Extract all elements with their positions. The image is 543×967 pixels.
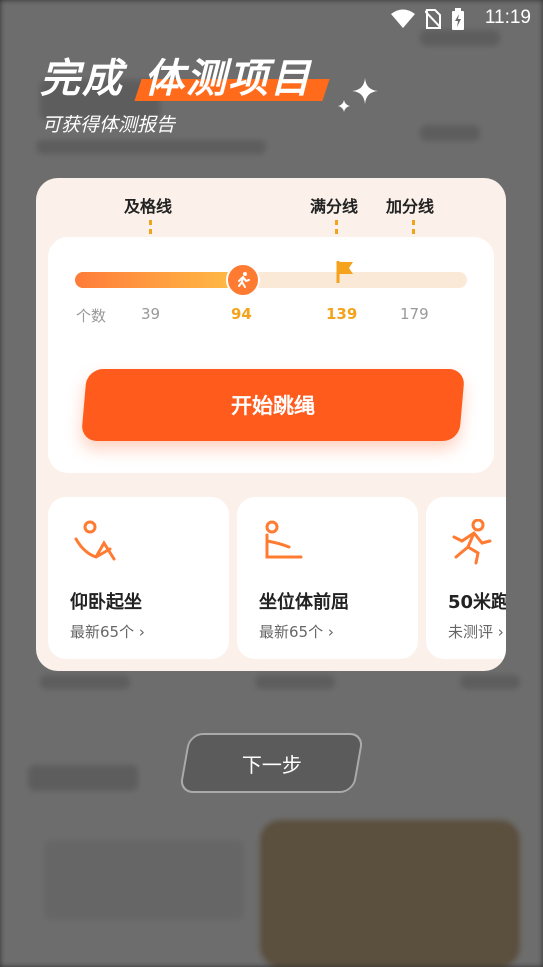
headline-title-part2: 体测项目 — [134, 46, 322, 104]
test-item-sit-reach[interactable]: 坐位体前屈 最新65个 › — [237, 497, 418, 659]
tick-39: 39 — [141, 305, 161, 323]
fitness-test-card: 及格线 满分线 加分线 个数 39 94 139 179 开始跳绳 仰卧起坐 最… — [36, 178, 506, 671]
start-jump-rope-button[interactable]: 开始跳绳 — [80, 369, 466, 441]
situp-icon — [74, 520, 116, 561]
tick-139: 139 — [326, 305, 358, 323]
next-step-button[interactable]: 下一步 — [178, 733, 365, 793]
flag-icon — [336, 261, 353, 283]
runner-icon — [225, 263, 260, 297]
running-icon — [452, 519, 492, 565]
score-progress-fill — [75, 272, 244, 288]
score-progress-track — [75, 261, 467, 297]
test-item-name: 仰卧起坐 — [70, 592, 142, 613]
status-time: 11:19 — [484, 7, 531, 28]
headline-title-part1: 完成 — [40, 57, 124, 101]
tick-179: 179 — [400, 305, 429, 323]
pass-line-label: 及格线 — [124, 197, 173, 216]
test-item-meta: 未测评 › — [448, 623, 504, 641]
sit-reach-icon — [265, 520, 303, 559]
status-bar: 11:19 — [0, 0, 543, 36]
count-label: 个数 — [76, 307, 107, 325]
tick-94-current: 94 — [231, 305, 252, 323]
headline-title: 完成 体测项目 — [40, 46, 322, 104]
test-item-meta: 最新65个 › — [259, 623, 334, 641]
wifi-icon — [391, 9, 415, 28]
promo-headline: 完成 体测项目 可获得体测报告 — [40, 46, 322, 137]
test-item-name: 坐位体前屈 — [259, 592, 349, 613]
full-score-line-label: 满分线 — [310, 197, 359, 216]
next-step-label: 下一步 — [241, 752, 302, 777]
sparkle-small-icon — [338, 100, 350, 112]
start-jump-rope-label: 开始跳绳 — [231, 394, 315, 418]
no-sim-icon — [425, 9, 441, 29]
test-item-situp[interactable]: 仰卧起坐 最新65个 › — [48, 497, 229, 659]
test-item-50m-run[interactable]: 50米跑 未测评 › — [426, 497, 506, 659]
test-item-meta: 最新65个 › — [70, 623, 145, 641]
test-item-name: 50米跑 — [448, 592, 506, 613]
sparkle-icon — [352, 78, 378, 104]
battery-icon — [452, 8, 464, 30]
jump-rope-panel: 个数 39 94 139 179 开始跳绳 — [48, 237, 494, 473]
headline-subtitle: 可获得体测报告 — [42, 114, 176, 136]
status-icons — [391, 8, 465, 30]
bonus-line-label: 加分线 — [386, 197, 435, 216]
